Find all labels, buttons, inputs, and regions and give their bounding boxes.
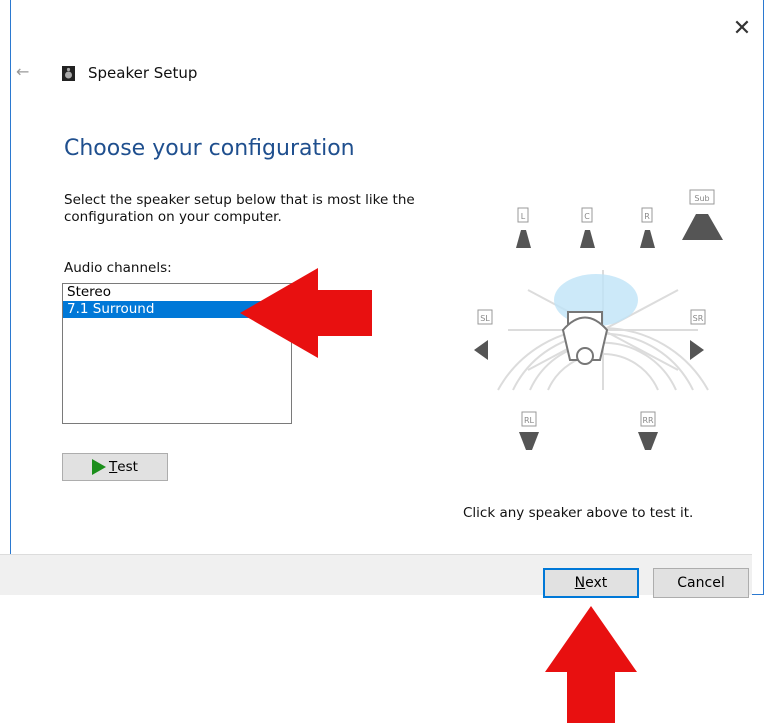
speaker-rear-left[interactable]: RL: [519, 411, 539, 450]
play-icon: [92, 459, 107, 475]
back-arrow-icon[interactable]: ←: [16, 62, 29, 81]
speaker-side-right[interactable]: SR: [690, 309, 706, 360]
page-heading: Choose your configuration: [64, 136, 355, 161]
speaker-label-l: L: [521, 212, 526, 221]
speaker-rear-right[interactable]: RR: [638, 411, 658, 450]
speaker-label-c: C: [584, 212, 590, 221]
speaker-label-sl: SL: [480, 314, 490, 323]
speaker-app-icon: [62, 66, 75, 81]
test-button[interactable]: Test: [62, 453, 168, 481]
close-button[interactable]: ✕: [731, 18, 753, 40]
next-button[interactable]: Next: [543, 568, 639, 598]
speaker-front-right[interactable]: R: [640, 207, 655, 248]
dialog-footer: [0, 554, 752, 595]
listener-icon: [561, 311, 609, 365]
speaker-label-rl: RL: [524, 416, 535, 425]
test-button-mnemonic: T: [109, 459, 118, 475]
speaker-side-left[interactable]: SL: [474, 309, 493, 360]
speaker-label-sr: SR: [693, 314, 704, 323]
test-hint-text: Click any speaker above to test it.: [463, 505, 694, 521]
speaker-diagram: L C R Sub SL SR RL RR: [474, 189, 723, 450]
instruction-text: Select the speaker setup below that is m…: [64, 192, 415, 225]
speaker-label-sub: Sub: [694, 194, 709, 203]
speaker-front-left[interactable]: L: [516, 207, 531, 248]
cancel-button[interactable]: Cancel: [653, 568, 749, 598]
annotation-arrow-left-icon: [240, 268, 372, 358]
next-button-mnemonic: N: [574, 575, 586, 591]
next-button-label: ext: [585, 575, 608, 591]
speaker-label-rr: RR: [642, 416, 654, 425]
speaker-subwoofer[interactable]: Sub: [682, 189, 723, 240]
audio-channels-label: Audio channels:: [64, 260, 172, 276]
annotation-arrow-up-icon: [545, 606, 637, 723]
window-title: Speaker Setup: [88, 64, 198, 82]
speaker-center[interactable]: C: [580, 207, 595, 248]
test-button-label: est: [117, 459, 138, 475]
speaker-label-r: R: [644, 212, 650, 221]
